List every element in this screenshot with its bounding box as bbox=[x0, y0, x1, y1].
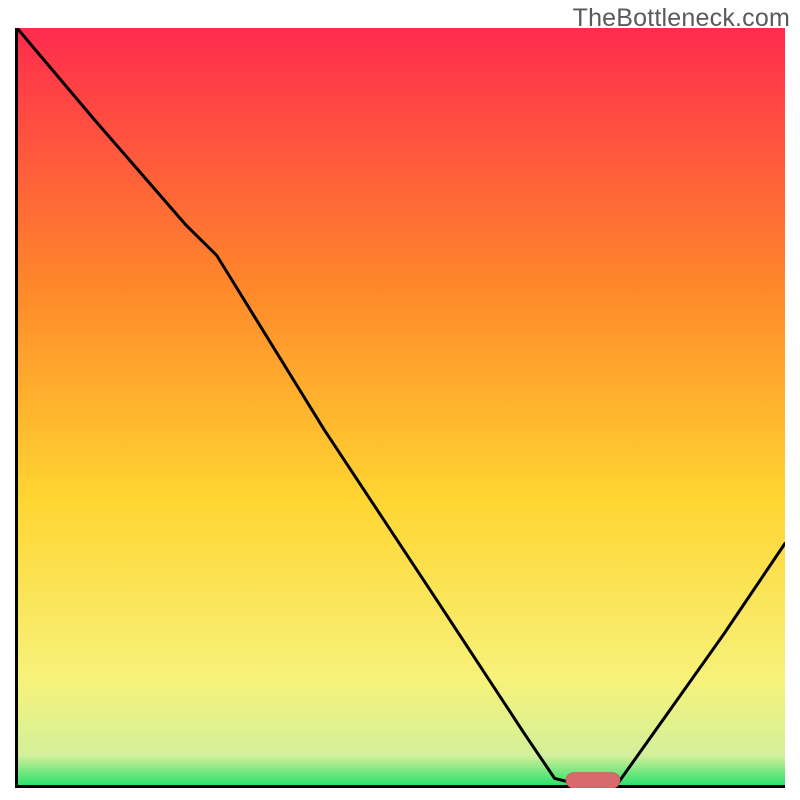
chart-svg bbox=[15, 28, 785, 788]
optimum-marker bbox=[566, 773, 620, 788]
bottleneck-chart bbox=[15, 28, 785, 788]
gradient-backdrop bbox=[17, 28, 785, 786]
